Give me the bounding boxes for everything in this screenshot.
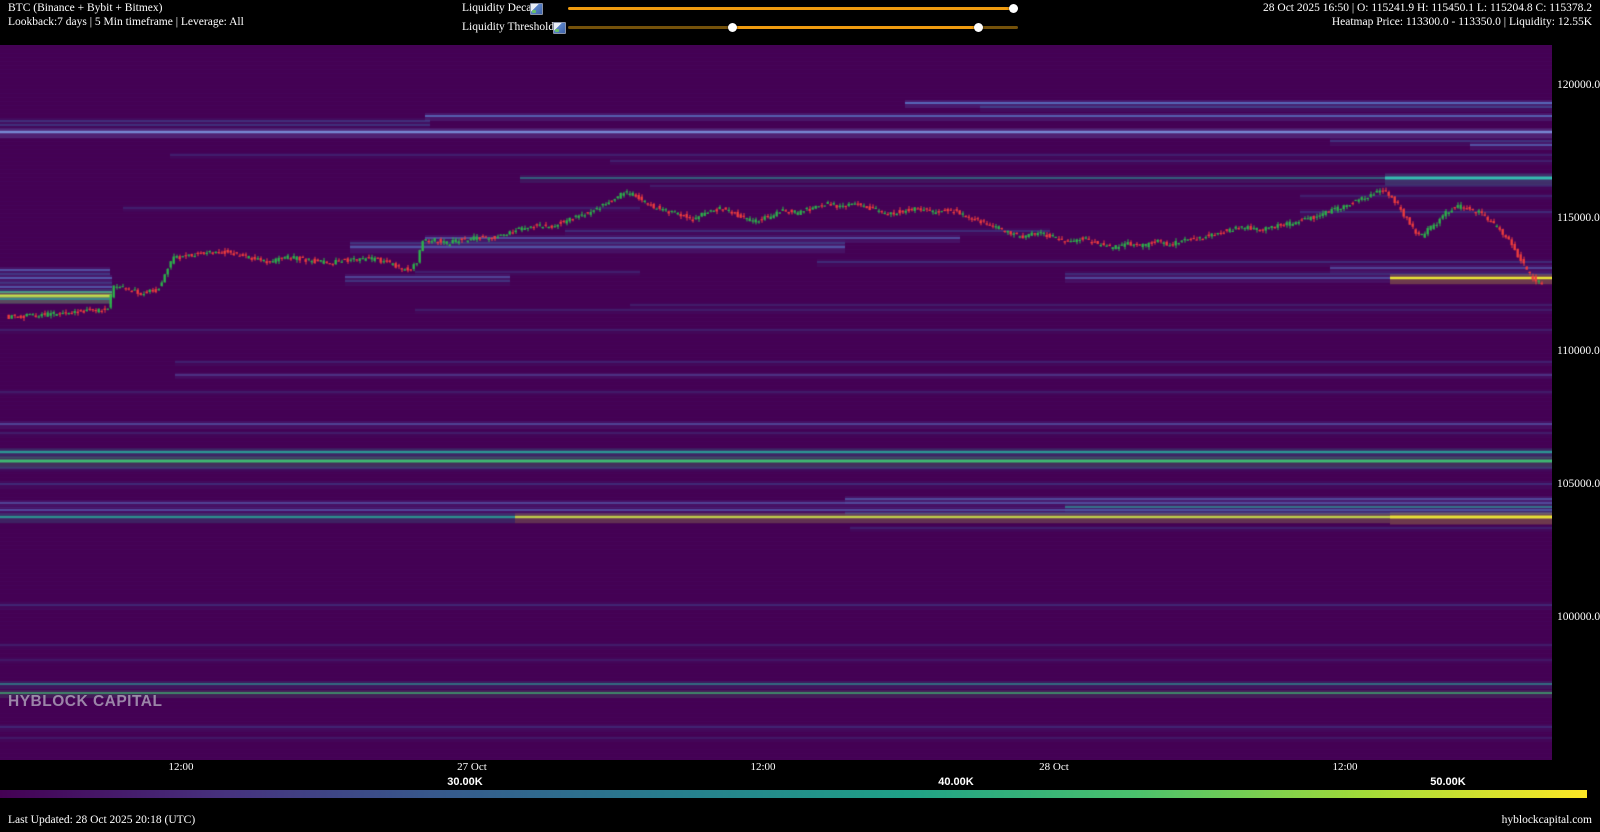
slider-handle[interactable] [974, 23, 983, 32]
time-tick-label: 12:00 [750, 761, 775, 773]
colorbar-tick-label: 30.00K [447, 776, 482, 788]
slider-track[interactable] [732, 26, 978, 29]
symbol-info: BTC (Binance + Bybit + Bitmex) Lookback:… [8, 2, 244, 29]
slider-track[interactable] [978, 26, 1018, 29]
price-tick-label: 120000.0 [1557, 79, 1600, 91]
time-tick-label: 12:00 [168, 761, 193, 773]
liquidity-decay-image-icon [530, 3, 543, 15]
ohlc-readout: 28 Oct 2025 16:50 | O: 115241.9 H: 11545… [1263, 2, 1592, 14]
slider-track[interactable] [568, 7, 1018, 10]
colorbar-tick-label: 40.00K [938, 776, 973, 788]
last-updated-text: Last Updated: 28 Oct 2025 20:18 (UTC) [8, 814, 195, 826]
price-tick-label: 105000.0 [1557, 478, 1600, 490]
ohlc-info: 28 Oct 2025 16:50 | O: 115241.9 H: 11545… [1263, 2, 1592, 29]
time-tick-label: 28 Oct [1039, 761, 1069, 773]
plot-area[interactable]: HYBLOCK CAPITAL [0, 45, 1552, 760]
hyblock-liquidation-heatmap-app: BTC (Binance + Bybit + Bitmex) Lookback:… [0, 0, 1600, 832]
heatmap-price-readout: Heatmap Price: 113300.0 - 113350.0 | Liq… [1332, 16, 1592, 28]
slider-track[interactable] [568, 26, 732, 29]
site-link[interactable]: hyblockcapital.com [1502, 814, 1592, 826]
liquidity-decay-label: Liquidity Decay [462, 2, 537, 14]
watermark: HYBLOCK CAPITAL [8, 693, 162, 711]
time-tick-label: 12:00 [1332, 761, 1357, 773]
colorbar-tick-label: 50.00K [1430, 776, 1465, 788]
lookback-settings: Lookback:7 days | 5 Min timeframe | Leve… [8, 16, 244, 28]
slider-handle[interactable] [1009, 4, 1018, 13]
symbol-title: BTC (Binance + Bybit + Bitmex) [8, 2, 162, 14]
liquidity-threshold-image-icon [553, 22, 566, 34]
time-tick-label: 27 Oct [457, 761, 487, 773]
price-tick-label: 115000.0 [1557, 212, 1600, 224]
price-tick-label: 100000.0 [1557, 611, 1600, 623]
price-tick-label: 110000.0 [1557, 345, 1600, 357]
liquidity-colorbar [0, 790, 1587, 798]
liquidity-threshold-label: Liquidity Threshold [462, 21, 554, 33]
slider-handle[interactable] [728, 23, 737, 32]
heatmap-canvas [0, 45, 1552, 760]
